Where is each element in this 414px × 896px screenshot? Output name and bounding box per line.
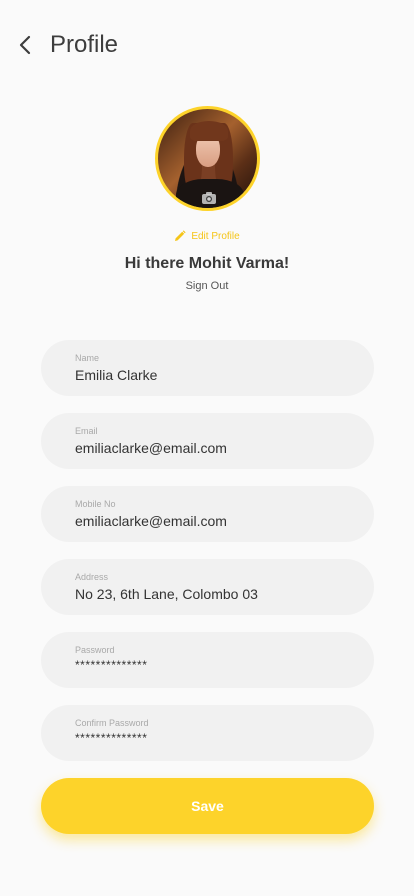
- field-label: Name: [75, 353, 100, 363]
- address-field[interactable]: Address No 23, 6th Lane, Colombo 03: [41, 559, 374, 615]
- chevron-left-icon[interactable]: [19, 35, 31, 55]
- edit-profile-link[interactable]: Edit Profile: [0, 228, 414, 244]
- back-button[interactable]: [14, 32, 36, 58]
- field-value[interactable]: Emilia Clarke: [75, 367, 157, 383]
- field-value[interactable]: **************: [75, 731, 147, 745]
- edit-profile-label: Edit Profile: [191, 230, 240, 242]
- field-label: Password: [75, 645, 115, 655]
- save-button[interactable]: Save: [41, 778, 374, 834]
- avatar-hair: [190, 121, 228, 141]
- field-value[interactable]: **************: [75, 658, 147, 672]
- field-label: Email: [75, 426, 98, 436]
- sign-out-link[interactable]: Sign Out: [0, 280, 414, 292]
- pencil-icon: [175, 230, 186, 241]
- name-field[interactable]: Name Emilia Clarke: [41, 340, 374, 396]
- avatar[interactable]: [155, 106, 260, 211]
- greeting-text: Hi there Mohit Varma!: [124, 255, 290, 272]
- confirm-password-field[interactable]: Confirm Password **************: [41, 705, 374, 761]
- app-header: Profile: [0, 0, 414, 92]
- field-value[interactable]: No 23, 6th Lane, Colombo 03: [75, 586, 258, 602]
- page-title: Profile: [50, 31, 119, 58]
- password-field[interactable]: Password **************: [41, 632, 374, 688]
- field-label: Confirm Password: [75, 718, 149, 728]
- field-label: Mobile No: [75, 499, 116, 509]
- field-value[interactable]: emiliaclarke@email.com: [75, 440, 227, 456]
- mobile-field[interactable]: Mobile No emiliaclarke@email.com: [41, 486, 374, 542]
- save-button-label: Save: [191, 798, 224, 814]
- email-field[interactable]: Email emiliaclarke@email.com: [41, 413, 374, 469]
- field-value[interactable]: emiliaclarke@email.com: [75, 513, 227, 529]
- field-label: Address: [75, 572, 109, 582]
- camera-icon[interactable]: [201, 191, 217, 205]
